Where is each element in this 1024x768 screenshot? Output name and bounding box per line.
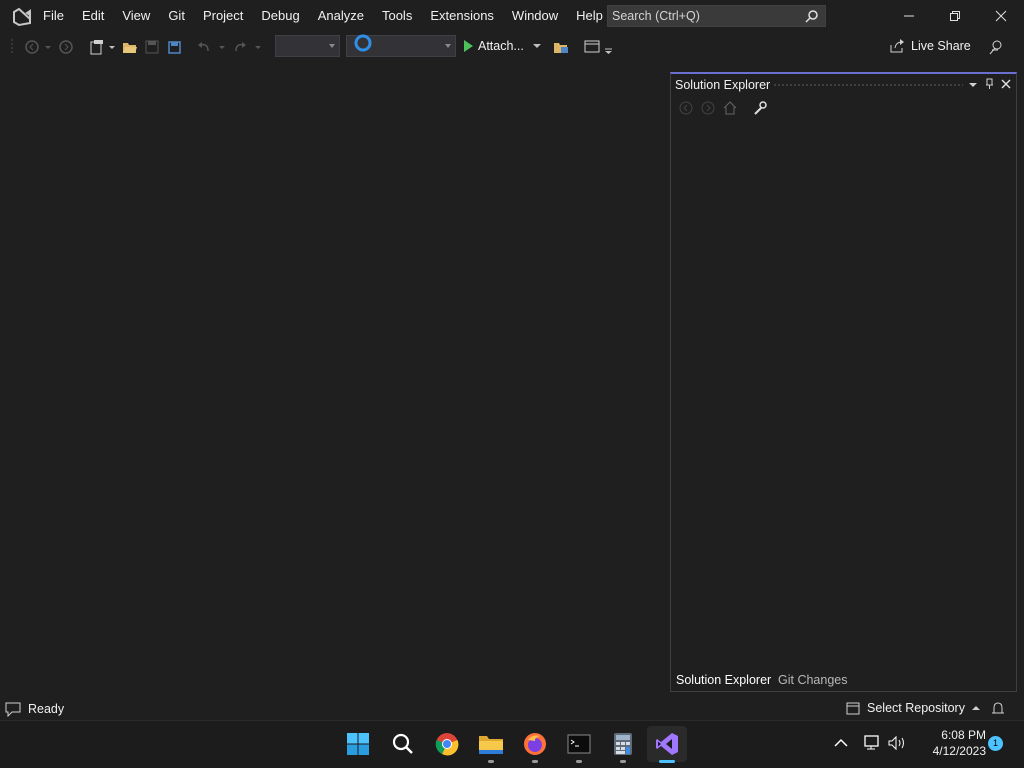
volume-icon[interactable] — [888, 735, 908, 751]
forward-icon[interactable] — [700, 100, 716, 116]
clock-time: 6:08 PM — [941, 728, 986, 742]
loading-spinner-icon — [354, 34, 372, 52]
visual-studio-logo-icon — [13, 7, 31, 27]
restore-icon — [950, 11, 960, 21]
home-icon[interactable] — [722, 100, 738, 116]
menu-analyze[interactable]: Analyze — [309, 0, 373, 32]
taskbar-search-button[interactable] — [385, 726, 421, 762]
terminal-icon — [567, 734, 591, 754]
menu-extensions[interactable]: Extensions — [421, 0, 503, 32]
calculator-taskbar-button[interactable] — [605, 726, 641, 762]
undo-icon[interactable] — [196, 39, 212, 55]
browse-folder-icon[interactable] — [553, 39, 569, 55]
active-app-indicator — [659, 760, 675, 763]
calculator-icon — [614, 733, 632, 755]
tab-solution-explorer[interactable]: Solution Explorer — [671, 670, 777, 690]
menu-file[interactable]: File — [34, 0, 73, 32]
running-indicator — [532, 760, 538, 763]
menu-edit[interactable]: Edit — [73, 0, 113, 32]
menu-debug[interactable]: Debug — [252, 0, 308, 32]
back-icon[interactable] — [678, 100, 694, 116]
redo-dropdown-icon[interactable] — [254, 39, 262, 55]
repository-icon — [846, 702, 860, 715]
solution-configuration-dropdown[interactable] — [275, 35, 340, 57]
share-icon — [890, 39, 904, 53]
output-status-icon[interactable] — [5, 701, 21, 717]
navigate-back-icon[interactable] — [24, 39, 40, 55]
minimize-icon — [904, 15, 914, 17]
solution-explorer-panel: Solution Explorer — [670, 72, 1017, 692]
network-icon[interactable] — [864, 735, 882, 751]
search-icon — [392, 733, 413, 754]
new-dropdown-icon[interactable] — [108, 39, 116, 55]
close-icon — [995, 10, 1007, 22]
menu-tools[interactable]: Tools — [373, 0, 421, 32]
windows-start-icon — [347, 733, 369, 755]
panel-menu-icon[interactable] — [968, 80, 978, 90]
new-project-icon[interactable] — [89, 39, 105, 55]
terminal-taskbar-button[interactable] — [561, 726, 597, 762]
chrome-taskbar-button[interactable] — [429, 726, 465, 762]
search-box[interactable]: Search (Ctrl+Q) — [607, 5, 826, 27]
undo-dropdown-icon[interactable] — [218, 39, 226, 55]
chrome-icon — [435, 733, 459, 756]
menu-bar: File Edit View Git Project Debug Analyze… — [34, 0, 612, 32]
tab-git-changes[interactable]: Git Changes — [773, 670, 852, 690]
file-explorer-taskbar-button[interactable] — [473, 726, 509, 762]
menu-git[interactable]: Git — [159, 0, 194, 32]
menu-window[interactable]: Window — [503, 0, 567, 32]
menu-view[interactable]: View — [113, 0, 159, 32]
menu-project[interactable]: Project — [194, 0, 252, 32]
back-dropdown-icon[interactable] — [44, 39, 52, 55]
firefox-taskbar-button[interactable] — [517, 726, 553, 762]
folder-icon — [479, 736, 503, 754]
live-share-button[interactable]: Live Share — [889, 38, 971, 54]
start-button[interactable] — [340, 726, 376, 762]
menu-help[interactable]: Help — [567, 0, 612, 32]
select-repository-button[interactable]: Select Repository — [845, 701, 981, 715]
window-layout-icon[interactable] — [584, 39, 600, 55]
notification-count-badge[interactable]: 1 — [988, 736, 1003, 751]
firefox-icon — [524, 733, 546, 755]
wrench-icon[interactable] — [752, 100, 768, 116]
solution-explorer-title: Solution Explorer — [675, 78, 771, 92]
attach-label: Attach... — [478, 39, 524, 53]
attach-button[interactable]: Attach... — [462, 35, 542, 57]
visual-studio-taskbar-button[interactable] — [647, 726, 687, 762]
clock[interactable]: 6:08 PM 4/12/2023 — [918, 727, 986, 759]
panel-close-icon[interactable] — [1001, 79, 1011, 89]
status-text: Ready — [28, 702, 65, 716]
chevron-down-icon — [329, 44, 335, 48]
chevron-up-icon — [971, 706, 980, 710]
restore-button[interactable] — [932, 0, 978, 32]
redo-icon[interactable] — [232, 39, 248, 55]
running-indicator — [620, 760, 626, 763]
chevron-down-icon — [445, 44, 451, 48]
running-indicator — [576, 760, 582, 763]
attach-dropdown-icon[interactable] — [532, 41, 542, 51]
select-repository-label: Select Repository — [867, 701, 965, 715]
search-placeholder: Search (Ctrl+Q) — [612, 9, 700, 23]
navigate-forward-icon[interactable] — [58, 39, 74, 55]
open-folder-icon[interactable] — [122, 39, 138, 55]
live-share-label: Live Share — [911, 39, 971, 53]
panel-grip — [773, 83, 963, 87]
notification-bell-icon[interactable] — [991, 701, 1005, 717]
minimize-button[interactable] — [886, 0, 932, 32]
close-button[interactable] — [978, 0, 1024, 32]
visual-studio-icon — [656, 733, 678, 755]
play-icon — [464, 40, 473, 52]
toolbar-options-icon[interactable] — [604, 39, 614, 55]
toolbar-grip-icon — [11, 39, 13, 53]
save-all-icon[interactable] — [166, 39, 182, 55]
editor-area — [0, 62, 668, 692]
clock-date: 4/12/2023 — [932, 744, 986, 758]
feedback-icon[interactable] — [988, 39, 1004, 55]
running-indicator — [488, 760, 494, 763]
save-icon[interactable] — [144, 39, 160, 55]
pin-icon[interactable] — [985, 78, 995, 90]
show-hidden-icons-chevron-up-icon[interactable] — [834, 737, 848, 749]
search-icon — [805, 10, 818, 23]
